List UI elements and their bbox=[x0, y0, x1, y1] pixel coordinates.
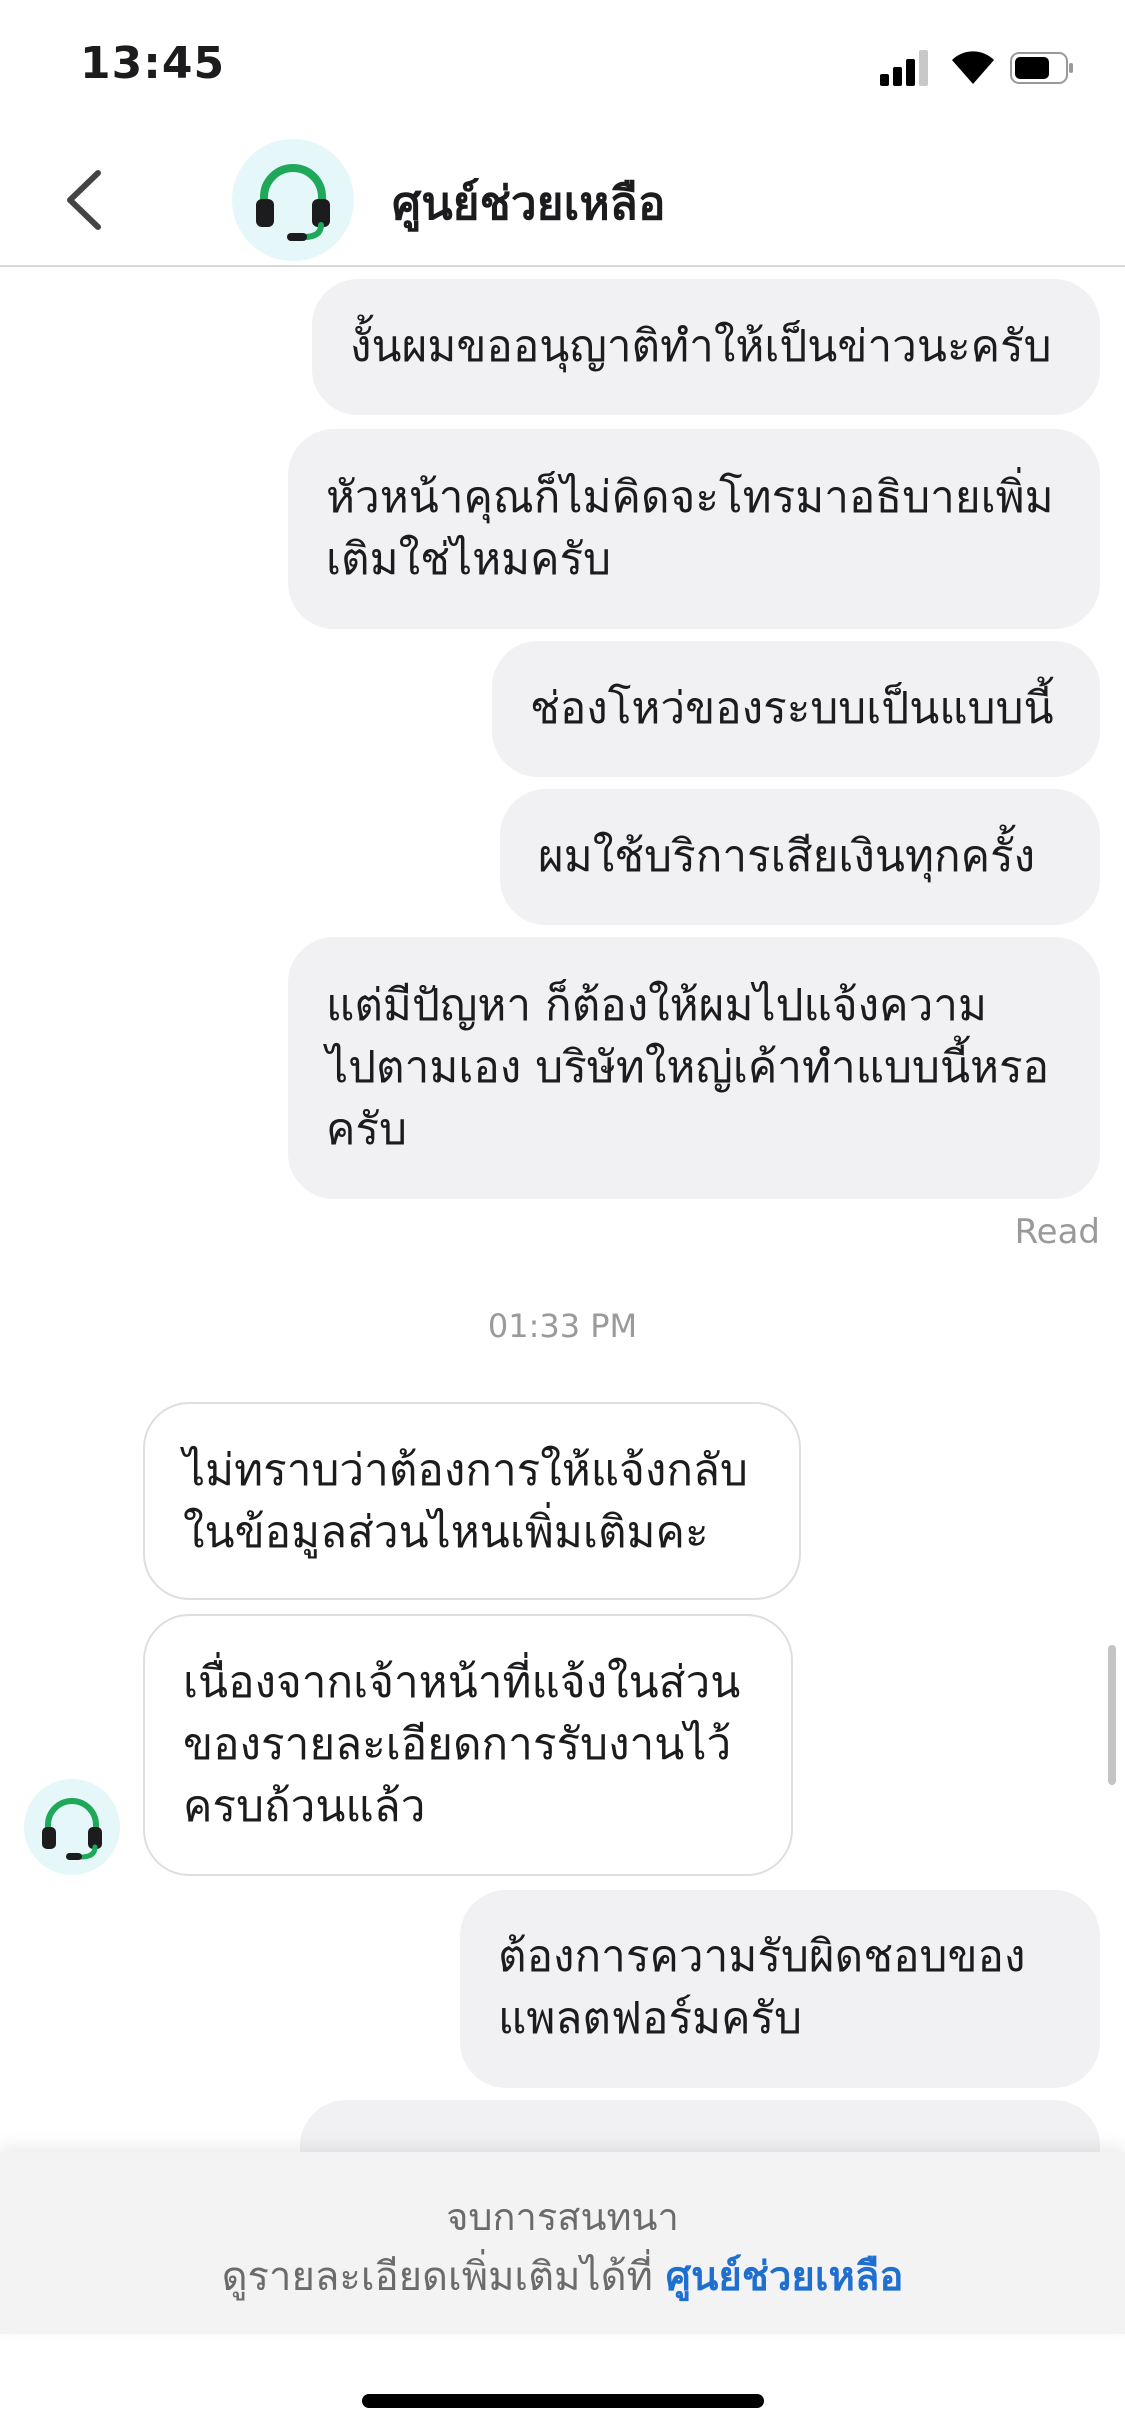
message-line: แต่มีปัญหา ก็ต้องให้ผมไปแจ้งความ bbox=[326, 980, 987, 1031]
message-line: ของรายละเอียดการรับงานไว้ bbox=[183, 1719, 732, 1770]
message-line: เนื่องจากเจ้าหน้าที่แจ้งในส่วน bbox=[183, 1657, 741, 1708]
wifi-icon bbox=[952, 51, 994, 84]
message-bubble-sent-partial bbox=[300, 2100, 1100, 2152]
status-time: 13:45 bbox=[80, 38, 226, 89]
headset-icon bbox=[232, 139, 354, 261]
help-center-link[interactable]: ศูนย์ช่วยเหลือ bbox=[666, 2254, 904, 2300]
cellular-signal-icon bbox=[880, 50, 932, 86]
message-line: ครบถ้วนแล้ว bbox=[183, 1781, 426, 1832]
read-receipt: Read bbox=[1014, 1212, 1100, 1252]
message-bubble-sent: หัวหน้าคุณก็ไม่คิดจะโทรมาอธิบายเพิ่ม เติ… bbox=[288, 429, 1100, 629]
conversation-ended-banner: จบการสนทนา ดูรายละเอียดเพิ่มเติมได้ที่ ศ… bbox=[0, 2152, 1125, 2334]
chevron-left-icon[interactable] bbox=[56, 165, 116, 235]
message-line: ในข้อมูลส่วนไหนเพิ่มเติมคะ bbox=[183, 1507, 709, 1558]
message-line: ครับ bbox=[326, 1104, 407, 1155]
message-bubble-sent: งั้นผมขออนุญาติทำให้เป็นข่าวนะครับ bbox=[312, 279, 1100, 415]
message-line: แพลตฟอร์มครับ bbox=[498, 1993, 803, 2044]
message-line: งั้นผมขออนุญาติทำให้เป็นข่าวนะครับ bbox=[350, 321, 1052, 372]
agent-avatar bbox=[24, 1779, 120, 1875]
conversation-ended-text: จบการสนทนา bbox=[446, 2195, 679, 2239]
message-line: ต้องการความรับผิดชอบของ bbox=[498, 1931, 1026, 1982]
help-center-detail: ดูรายละเอียดเพิ่มเติมได้ที่ ศูนย์ช่วยเหล… bbox=[0, 2244, 1125, 2308]
message-line: ผมใช้บริการเสียเงินทุกครั้ง bbox=[538, 831, 1036, 882]
message-bubble-sent: ผมใช้บริการเสียเงินทุกครั้ง bbox=[500, 789, 1100, 925]
header-title: ศูนย์ช่วยเหลือ bbox=[392, 176, 666, 230]
message-line: หัวหน้าคุณก็ไม่คิดจะโทรมาอธิบายเพิ่ม bbox=[326, 472, 1054, 523]
chat-message-list[interactable]: งั้นผมขออนุญาติทำให้เป็นข่าวนะครับ หัวหน… bbox=[0, 267, 1125, 2152]
message-line: ช่องโหว่ของระบบเป็นแบบนี้ bbox=[530, 683, 1054, 734]
headset-icon bbox=[42, 1798, 102, 1860]
message-bubble-sent: ช่องโหว่ของระบบเป็นแบบนี้ bbox=[492, 641, 1100, 777]
message-bubble-received: ไม่ทราบว่าต้องการให้แจ้งกลับ ในข้อมูลส่ว… bbox=[143, 1402, 801, 1600]
chat-header: ศูนย์ช่วยเหลือ bbox=[0, 135, 1125, 267]
message-bubble-sent: แต่มีปัญหา ก็ต้องให้ผมไปแจ้งความ ไปตามเอ… bbox=[288, 937, 1100, 1199]
status-bar: 13:45 bbox=[0, 0, 1125, 135]
message-line: ไปตามเอง บริษัทใหญ่เค้าทำแบบนี้หรอ bbox=[326, 1042, 1050, 1093]
message-timestamp: 01:33 PM bbox=[487, 1307, 638, 1345]
message-bubble-received: เนื่องจากเจ้าหน้าที่แจ้งในส่วน ของรายละเ… bbox=[143, 1614, 793, 1876]
message-line: เติมใช่ไหมครับ bbox=[326, 534, 612, 585]
message-bubble-sent: ต้องการความรับผิดชอบของ แพลตฟอร์มครับ bbox=[460, 1890, 1100, 2088]
message-line: ไม่ทราบว่าต้องการให้แจ้งกลับ bbox=[183, 1445, 748, 1496]
home-indicator[interactable] bbox=[362, 2394, 764, 2408]
scrollbar[interactable] bbox=[1108, 1645, 1116, 1785]
detail-prefix: ดูรายละเอียดเพิ่มเติมได้ที่ bbox=[221, 2254, 666, 2300]
battery-icon bbox=[1010, 52, 1073, 84]
